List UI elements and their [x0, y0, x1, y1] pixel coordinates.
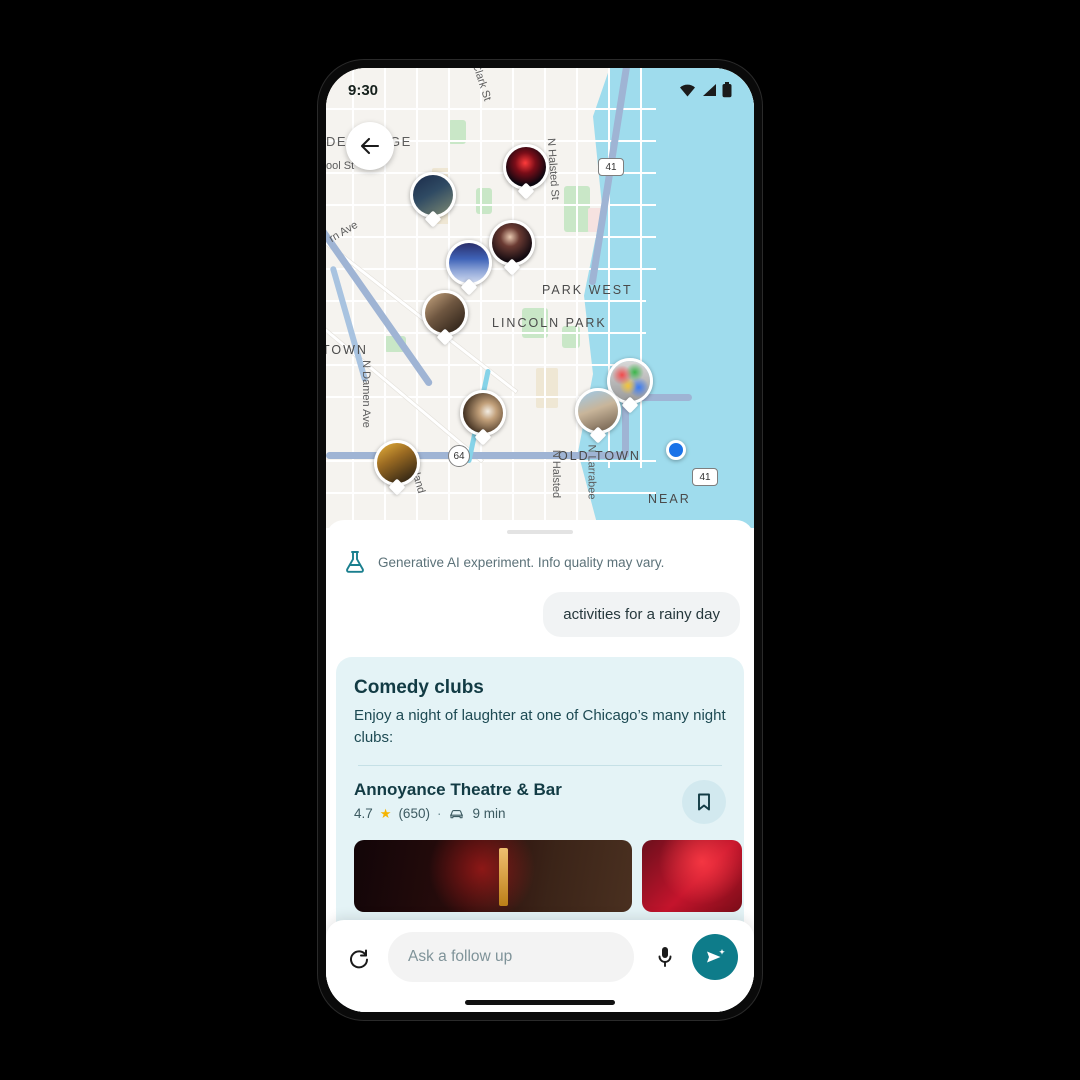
map-road	[640, 68, 642, 468]
map-area-label: NEAR	[648, 492, 691, 506]
map-park	[476, 188, 492, 214]
map-road	[512, 68, 514, 528]
map-photo-pin[interactable]	[460, 390, 506, 446]
star-icon: ★	[379, 805, 392, 821]
place-photo[interactable]	[642, 839, 742, 912]
user-query-bubble: activities for a rainy day	[543, 592, 740, 637]
map-road	[544, 68, 546, 528]
map-highway-shield: 41	[692, 468, 718, 486]
map-road	[326, 332, 646, 334]
status-bar: 9:30	[326, 68, 754, 112]
map-street-label: DE	[326, 134, 348, 149]
microphone-button[interactable]	[650, 940, 680, 974]
map-photo-pin[interactable]	[422, 290, 468, 346]
phone-frame: PARK WEST LINCOLN PARK OLD TOWN TOWN NEA…	[318, 60, 762, 1020]
back-button[interactable]	[346, 122, 394, 170]
current-location-dot	[666, 440, 686, 460]
home-indicator	[465, 1000, 615, 1005]
map-street-label: N Larrabee	[585, 444, 598, 500]
ai-disclaimer: Generative AI experiment. Info quality m…	[326, 534, 754, 574]
back-arrow-icon	[360, 137, 380, 155]
ai-disclaimer-text: Generative AI experiment. Info quality m…	[378, 554, 665, 570]
status-time: 9:30	[348, 81, 379, 99]
neon-sign-detail	[498, 847, 508, 906]
bookmark-icon	[698, 793, 710, 810]
map-area-label: PARK WEST	[542, 283, 633, 297]
map-road	[326, 492, 656, 494]
signal-icon	[703, 83, 716, 96]
map-street-label: ool St	[326, 160, 355, 172]
place-name[interactable]: Annoyance Theatre & Bar	[354, 780, 562, 800]
place-rating: 4.7	[354, 806, 373, 821]
map-photo-pin[interactable]	[410, 172, 456, 228]
place-result-row[interactable]: Annoyance Theatre & Bar 4.7 ★ (650) · 9 …	[354, 779, 726, 824]
place-travel-time: 9 min	[472, 806, 506, 821]
screenshot-stage: PARK WEST LINCOLN PARK OLD TOWN TOWN NEA…	[0, 0, 1080, 1080]
answer-divider	[358, 764, 722, 766]
microphone-icon	[658, 947, 672, 967]
wifi-icon	[680, 84, 695, 96]
place-meta: 4.7 ★ (650) · 9 min	[354, 806, 562, 822]
map-street-label: N Damen Ave	[359, 360, 372, 428]
map-photo-pin[interactable]	[446, 240, 492, 296]
map-view[interactable]: PARK WEST LINCOLN PARK OLD TOWN TOWN NEA…	[326, 68, 754, 528]
answer-title: Comedy clubs	[354, 677, 484, 698]
refresh-button[interactable]	[342, 940, 376, 974]
bottom-sheet[interactable]: Generative AI experiment. Info quality m…	[326, 520, 754, 1012]
map-photo-pin[interactable]	[503, 144, 549, 200]
car-icon	[450, 809, 464, 819]
follow-up-input[interactable]: Ask a follow up	[388, 932, 634, 982]
map-photo-pin[interactable]	[374, 440, 420, 496]
answer-description: Enjoy a night of laughter at one of Chic…	[354, 707, 726, 746]
send-sparkle-icon	[707, 949, 725, 963]
map-area-label: OLD TOWN	[558, 449, 641, 463]
user-query-row: activities for a rainy day	[326, 574, 754, 637]
map-photo-pin[interactable]	[489, 220, 535, 276]
phone-screen: PARK WEST LINCOLN PARK OLD TOWN TOWN NEA…	[326, 68, 754, 1012]
map-photo-pin[interactable]	[575, 388, 621, 444]
map-commercial-area	[536, 368, 558, 408]
place-info: Annoyance Theatre & Bar 4.7 ★ (650) · 9 …	[354, 780, 562, 822]
follow-up-placeholder: Ask a follow up	[408, 948, 513, 965]
send-button[interactable]	[692, 934, 738, 980]
place-review-count: (650)	[398, 806, 430, 821]
map-area-label: TOWN	[326, 343, 368, 357]
follow-up-bar: Ask a follow up	[326, 920, 754, 1012]
status-icons	[679, 82, 732, 98]
meta-separator: ·	[436, 806, 442, 821]
map-street-label: N Halsted	[550, 449, 563, 499]
map-highway-shield: 41	[598, 158, 624, 176]
refresh-icon	[350, 949, 368, 969]
place-photo[interactable]	[354, 839, 632, 912]
map-area-label: LINCOLN PARK	[492, 316, 607, 330]
place-photo-strip[interactable]	[354, 839, 742, 912]
map-highway-shield: 64	[448, 445, 470, 467]
battery-icon	[722, 82, 732, 98]
flask-icon	[346, 551, 364, 573]
save-place-button[interactable]	[682, 779, 726, 824]
